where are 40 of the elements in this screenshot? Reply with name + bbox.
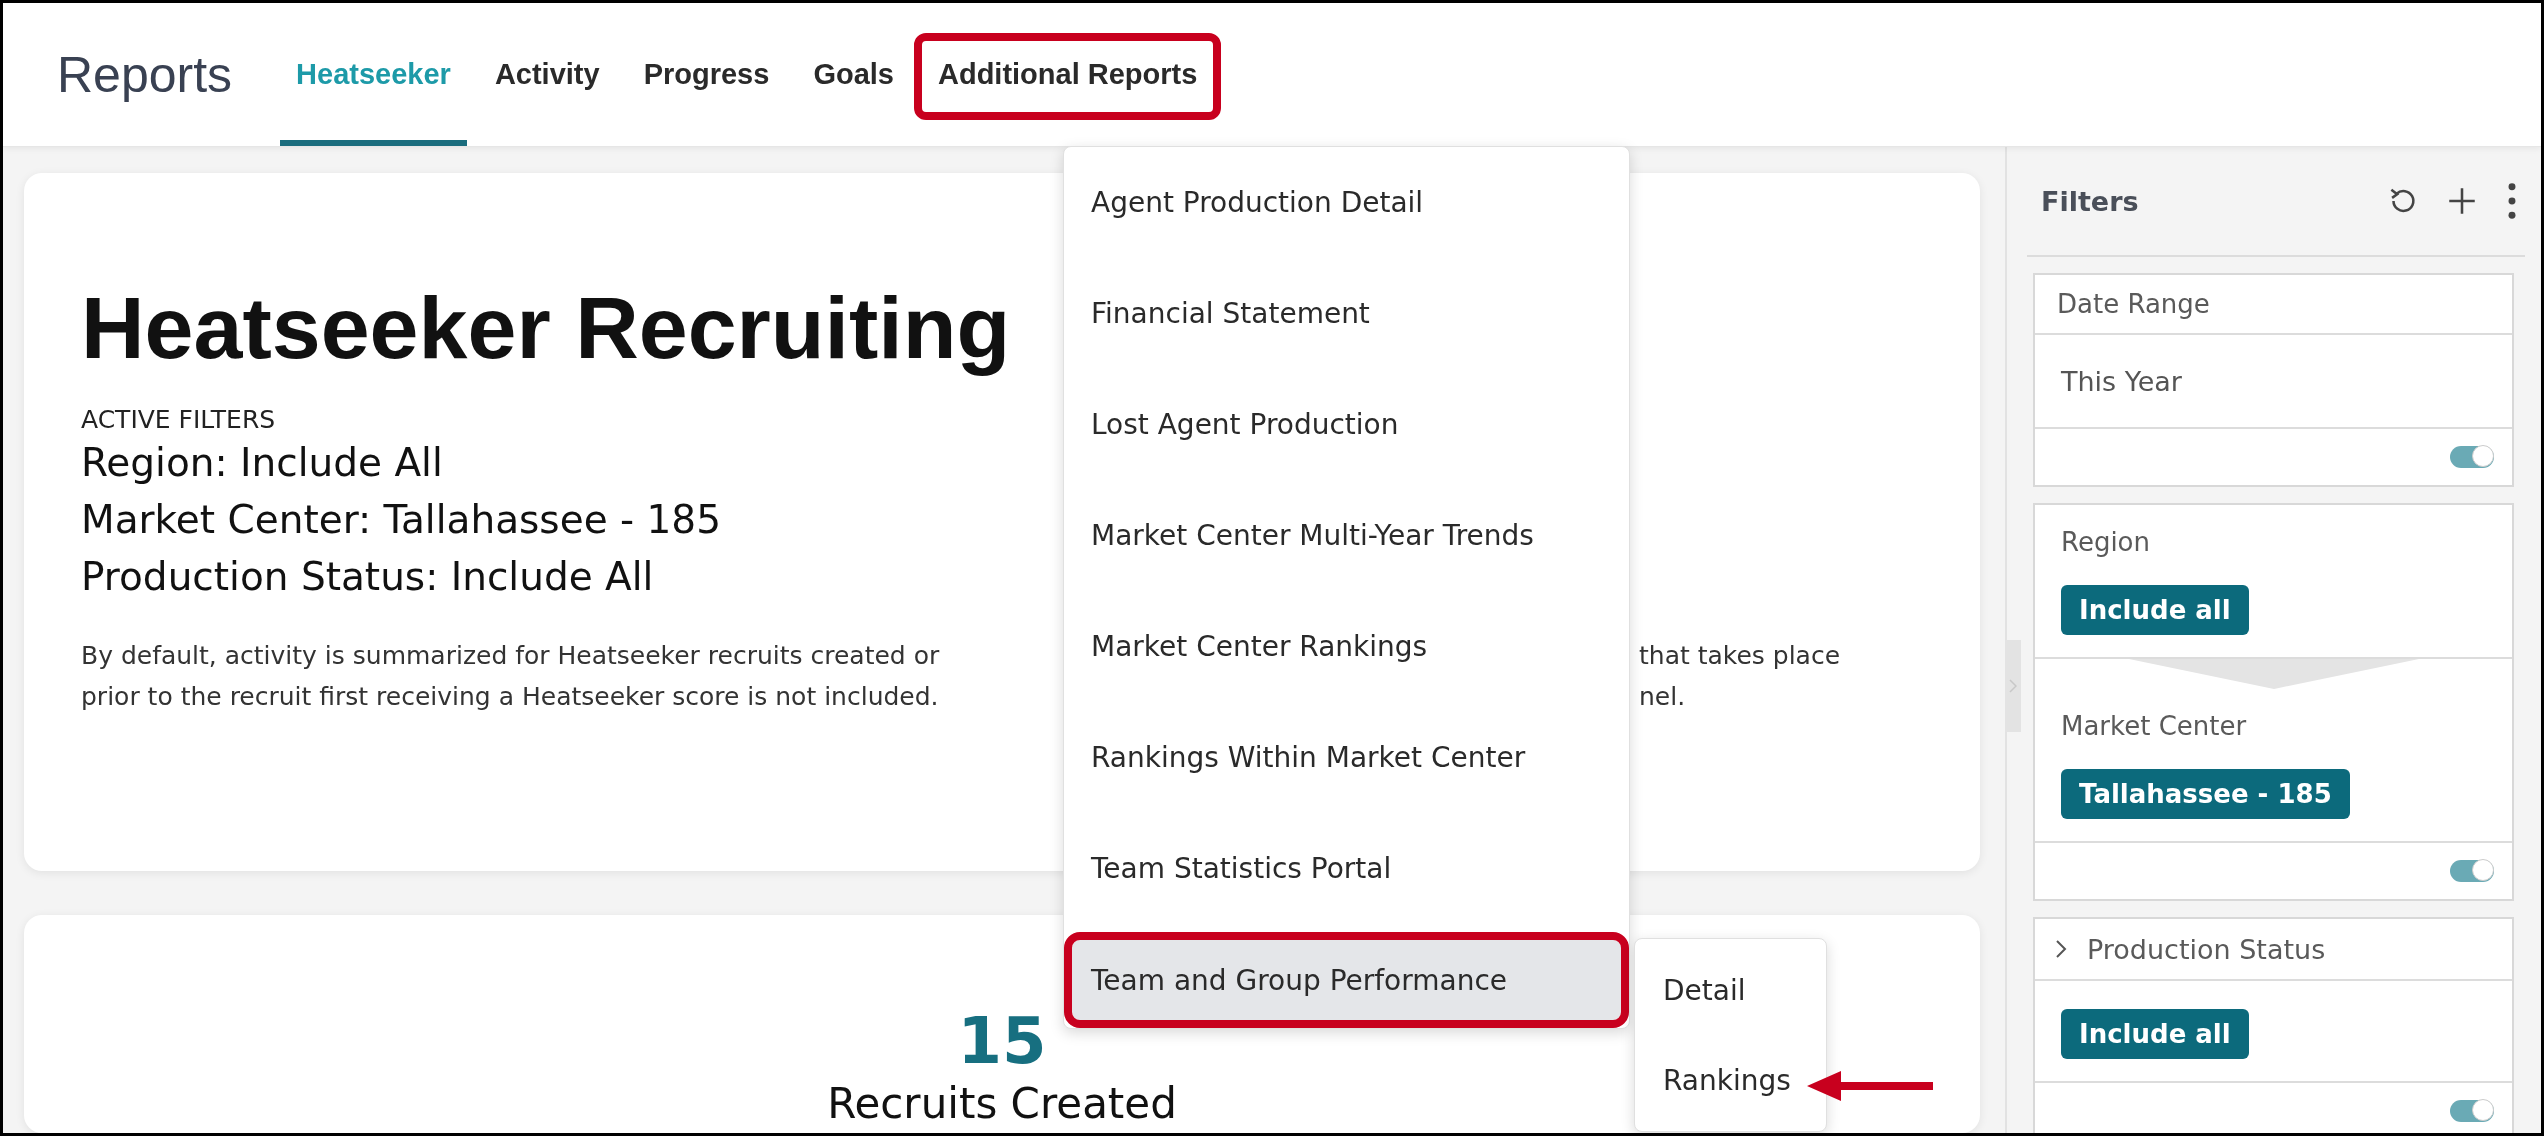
- menu-item[interactable]: Rankings: [1635, 1035, 1826, 1125]
- active-filter: Region: Include All: [81, 439, 443, 487]
- nav-tab[interactable]: Progress: [627, 3, 786, 146]
- active-filter: Production Status: Include All: [81, 553, 654, 601]
- date-range-value: This Year: [2061, 365, 2182, 397]
- collapse-handle[interactable]: [2005, 640, 2021, 732]
- menu-item[interactable]: Team Statistics Portal: [1064, 813, 1629, 924]
- nav-tab[interactable]: Activity: [478, 3, 616, 146]
- menu-item[interactable]: Market Center Multi-Year Trends: [1064, 480, 1629, 591]
- description-text: nel.: [1639, 681, 1687, 713]
- metric-label: Recruits Created: [827, 1081, 1177, 1128]
- menu-item[interactable]: Rankings Within Market Center: [1064, 702, 1629, 813]
- description-text: that takes place: [1639, 640, 1842, 672]
- filter-title: Market Center: [2061, 711, 2247, 741]
- description-text: prior to the recruit first receiving a Heatseeker score is not included.: [81, 681, 940, 713]
- menu-item[interactable]: Financial Statement: [1064, 258, 1629, 369]
- nav-tab[interactable]: Goals: [797, 3, 910, 146]
- filter-title: Region: [2061, 527, 2150, 557]
- section-label: ACTIVE FILTERS: [81, 405, 276, 434]
- menu-item[interactable]: Agent Production Detail: [1064, 147, 1629, 258]
- filter-title: Production Status: [2087, 933, 2326, 965]
- filter-chip[interactable]: Tallahassee - 185: [2061, 769, 2350, 819]
- nav-tab[interactable]: Additional Reports: [921, 3, 1214, 146]
- description-text: By default, activity is summarized for Heatseeker recruits created or: [81, 640, 940, 672]
- menu-item[interactable]: Market Center Rankings: [1064, 591, 1629, 702]
- report-title: Heatseeker Recruiting: [81, 277, 1011, 379]
- app-title: Reports: [57, 45, 233, 104]
- toggle-switch[interactable]: [2450, 860, 2494, 882]
- toggle-switch[interactable]: [2450, 446, 2494, 468]
- metric-value: 15: [957, 1009, 1047, 1073]
- toggle-switch[interactable]: [2450, 1100, 2494, 1122]
- chevron-icon: [2009, 679, 2017, 693]
- menu-item[interactable]: Detail: [1635, 945, 1826, 1035]
- menu-item[interactable]: Lost Agent Production: [1064, 369, 1629, 480]
- active-filter: Market Center: Tallahassee - 185: [81, 496, 721, 544]
- panel-title: Filters: [2041, 185, 2140, 217]
- filter-title: Date Range: [2057, 289, 2210, 319]
- chevron-icon[interactable]: [2055, 939, 2067, 959]
- filter-chip[interactable]: Include all: [2061, 585, 2249, 635]
- filter-chip[interactable]: Include all: [2061, 1009, 2249, 1059]
